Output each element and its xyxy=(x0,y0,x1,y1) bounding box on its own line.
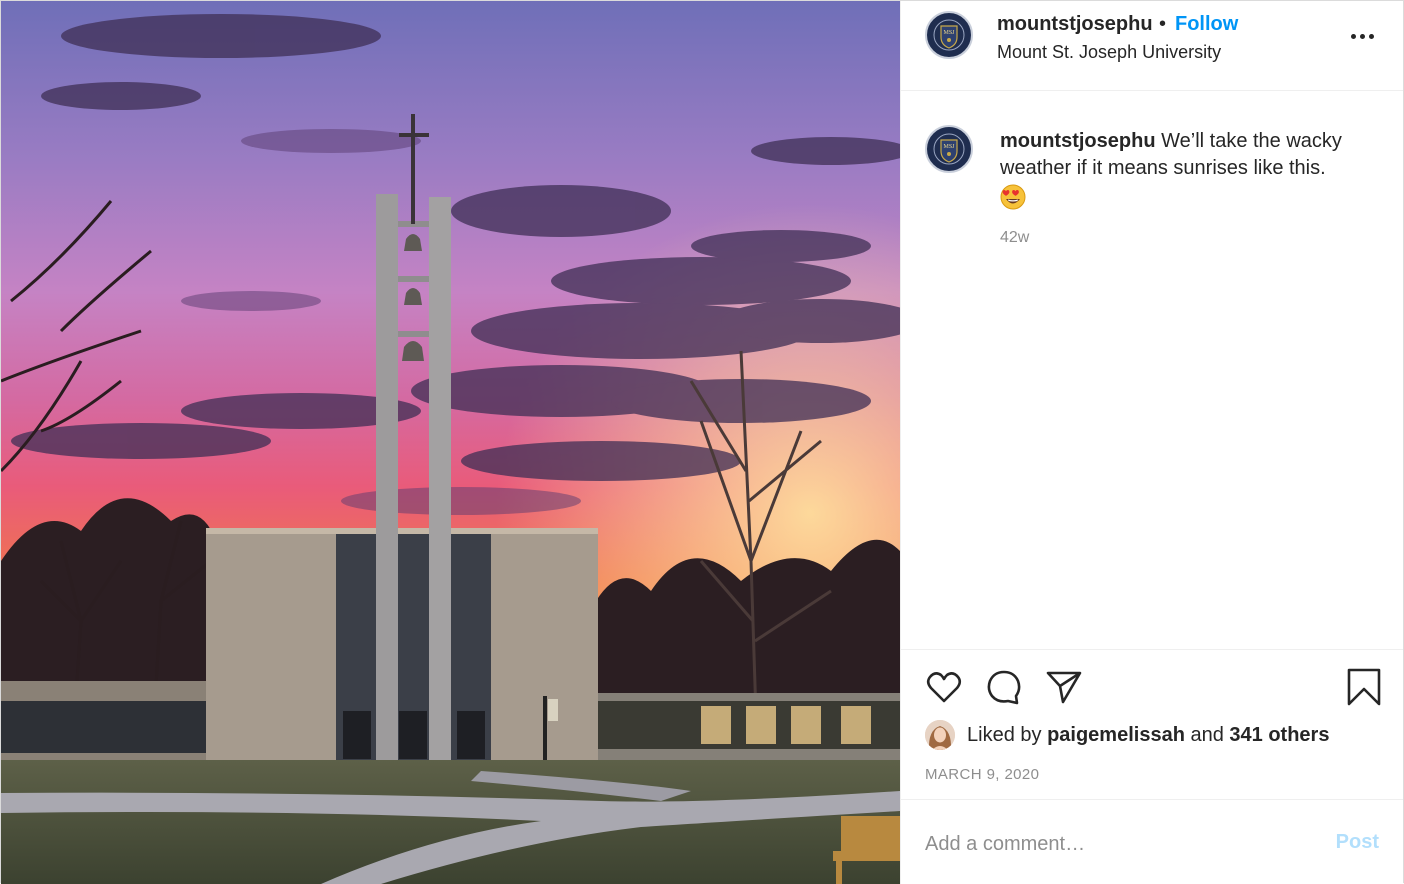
post-photo[interactable] xyxy=(1,1,900,884)
university-seal-icon[interactable]: MSJ xyxy=(925,125,973,173)
likes-joiner: and xyxy=(1190,723,1224,746)
caption-username-link[interactable]: mountstjosephu xyxy=(1000,130,1156,152)
post-age[interactable]: 42w xyxy=(1000,229,1029,247)
sunrise-bell-tower-image xyxy=(1,1,900,884)
caption-section: MSJ mountstjosephu We’ll take the wacky … xyxy=(901,92,1403,648)
comment-box: Post xyxy=(901,799,1403,884)
likes-others-link[interactable]: 341 others xyxy=(1229,724,1329,747)
seal-monogram: MSJ xyxy=(943,30,955,36)
university-seal-icon[interactable]: MSJ xyxy=(925,11,973,59)
post-date[interactable]: MARCH 9, 2020 xyxy=(925,766,1039,783)
post-header: MSJ mountstjosephu • Follow Mount St. Jo… xyxy=(901,1,1403,91)
post-side-panel: MSJ mountstjosephu • Follow Mount St. Jo… xyxy=(900,1,1403,884)
more-horizontal-icon[interactable] xyxy=(1351,25,1381,49)
share-icon[interactable] xyxy=(1044,667,1084,707)
likes-summary: Liked by paigemelissah and 341 others xyxy=(925,718,1329,752)
location-link[interactable]: Mount St. Joseph University xyxy=(997,42,1221,63)
liker-avatar[interactable] xyxy=(925,720,955,750)
seal-monogram: MSJ xyxy=(943,144,955,150)
actions-section: Liked by paigemelissah and 341 others MA… xyxy=(901,649,1403,799)
header-separator-dot: • xyxy=(1159,13,1167,35)
post-comment-button[interactable]: Post xyxy=(1336,831,1379,854)
liker-username-link[interactable]: paigemelissah xyxy=(1047,724,1185,747)
comment-icon[interactable] xyxy=(984,667,1024,707)
caption-text-block: mountstjosephu We’ll take the wacky weat… xyxy=(1000,128,1380,210)
header-username-link[interactable]: mountstjosephu xyxy=(997,13,1153,36)
comment-input[interactable] xyxy=(925,828,1305,860)
instagram-post: MSJ mountstjosephu • Follow Mount St. Jo… xyxy=(0,0,1404,884)
follow-button[interactable]: Follow xyxy=(1175,13,1238,36)
bookmark-icon[interactable] xyxy=(1344,667,1384,707)
liked-by-prefix: Liked by xyxy=(967,723,1042,746)
smiling-face-with-heart-eyes-icon xyxy=(1000,184,1026,210)
heart-icon[interactable] xyxy=(924,667,964,707)
